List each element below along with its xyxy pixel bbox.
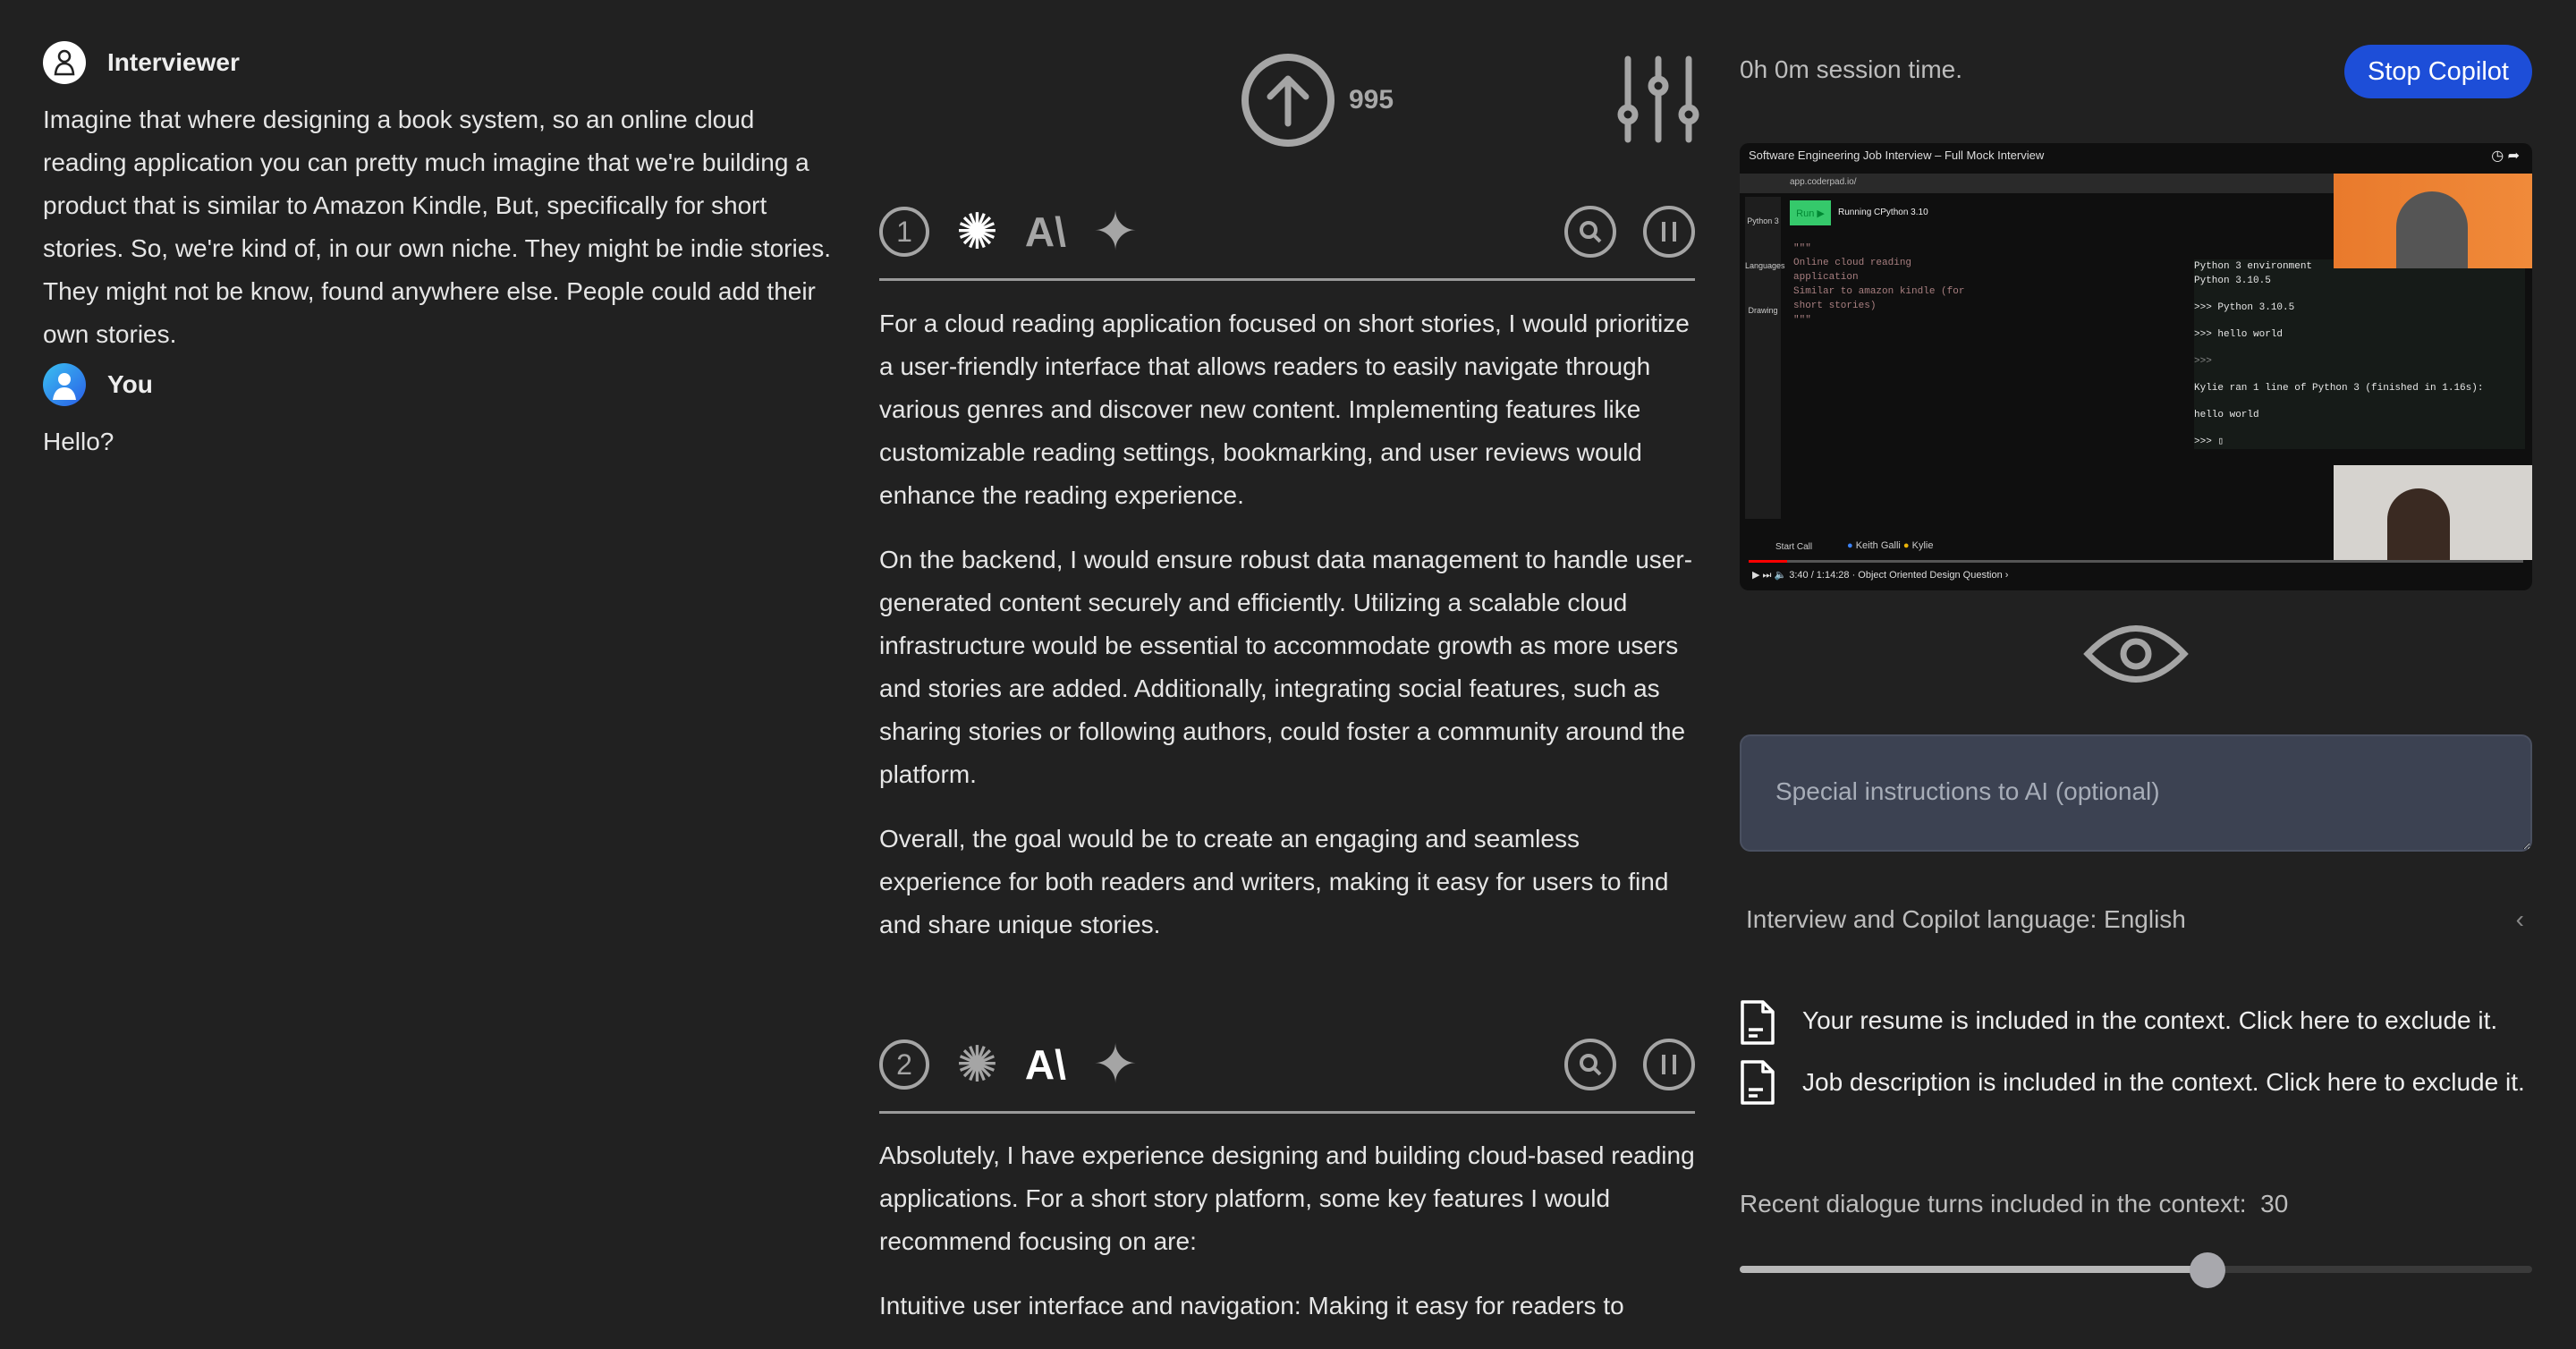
upload-count: 995 xyxy=(1349,85,1394,115)
gemini-sparkle-icon[interactable]: ✦ xyxy=(1093,200,1138,263)
job-description-context-toggle[interactable]: Job description is included in the conte… xyxy=(1740,1059,2545,1106)
shared-screen-video[interactable]: Software Engineering Job Interview – Ful… xyxy=(1740,143,2532,590)
special-instructions-input[interactable] xyxy=(1740,734,2532,852)
eye-icon xyxy=(2083,625,2189,683)
transcript: Interviewer Imagine that where designing… xyxy=(43,41,839,463)
dialogue-turns-label: Recent dialogue turns included in the co… xyxy=(1740,1190,2289,1217)
openai-icon[interactable]: ✺ xyxy=(956,202,998,261)
answer-2-toolbar: 2 ✺ A\ ✦ xyxy=(879,1033,1695,1096)
gemini-sparkle-icon[interactable]: ✦ xyxy=(1093,1033,1138,1096)
answer-number-badge: 2 xyxy=(879,1039,929,1090)
user-avatar-icon xyxy=(43,363,86,406)
slider-thumb[interactable] xyxy=(2189,1252,2225,1288)
candidate-webcam xyxy=(2334,465,2532,560)
you-message: Hello? xyxy=(43,428,114,455)
interviewer-message: Imagine that where designing a book syst… xyxy=(43,106,832,348)
session-time: 0h 0m session time. xyxy=(1740,55,1962,83)
search-button[interactable] xyxy=(1564,206,1616,258)
pause-button[interactable] xyxy=(1643,206,1695,258)
arrow-up-circle-icon xyxy=(1241,54,1335,147)
stop-copilot-button[interactable]: Stop Copilot xyxy=(2344,45,2532,98)
settings-button[interactable] xyxy=(1617,55,1699,148)
answer-number-badge: 1 xyxy=(879,207,929,257)
console-output: Python 3 environment Python 3.10.5 >>> Pyt… xyxy=(2194,259,2525,449)
video-clock-share-icons: ◷ ➦ xyxy=(2491,148,2520,164)
person-outline-icon xyxy=(43,41,86,84)
answer-2-text: Absolutely, I have experience designing … xyxy=(879,1141,1695,1319)
answer-1-divider xyxy=(879,278,1695,281)
pause-button[interactable] xyxy=(1643,1039,1695,1090)
dialogue-turns-value: 30 xyxy=(2260,1190,2289,1217)
answer-2-divider xyxy=(879,1111,1695,1114)
video-progress-bar[interactable] xyxy=(1749,560,2523,563)
openai-icon[interactable]: ✺ xyxy=(956,1035,998,1094)
video-controls[interactable]: ▶ ⏭ 🔈 3:40 / 1:14:28 · Object Oriented D… xyxy=(1752,569,2008,581)
anthropic-icon[interactable]: A\ xyxy=(1025,1040,1066,1089)
resume-context-toggle[interactable]: Your resume is included in the context. … xyxy=(1740,999,2545,1046)
document-icon xyxy=(1741,1000,1775,1045)
interviewer-webcam xyxy=(2334,174,2532,268)
video-title: Software Engineering Job Interview – Ful… xyxy=(1749,148,2045,162)
coderpad-sidebar: Python 3 Languages Drawing xyxy=(1745,197,1785,519)
chevron-left-icon: ‹ xyxy=(2515,905,2524,933)
view-toggle-button[interactable] xyxy=(2082,617,2190,695)
dialogue-turns-slider[interactable] xyxy=(1740,1252,2532,1288)
anthropic-icon[interactable]: A\ xyxy=(1025,208,1066,256)
browser-url: app.coderpad.io/ xyxy=(1790,177,1857,187)
code-editor: """ Online cloud reading application Simil… xyxy=(1793,243,1965,326)
document-icon xyxy=(1741,1060,1775,1105)
search-button[interactable] xyxy=(1564,1039,1616,1090)
run-button: Run ▶ xyxy=(1790,200,1831,225)
speaker-you: You xyxy=(43,363,839,406)
sliders-icon xyxy=(1617,55,1699,143)
answer-1-text: For a cloud reading application focused … xyxy=(879,310,1693,938)
speaker-interviewer: Interviewer xyxy=(43,41,839,84)
language-selector[interactable]: Interview and Copilot language: English … xyxy=(1746,905,2524,934)
upload-button[interactable]: 995 xyxy=(1240,52,1394,148)
answer-1-toolbar: 1 ✺ A\ ✦ xyxy=(879,200,1695,263)
